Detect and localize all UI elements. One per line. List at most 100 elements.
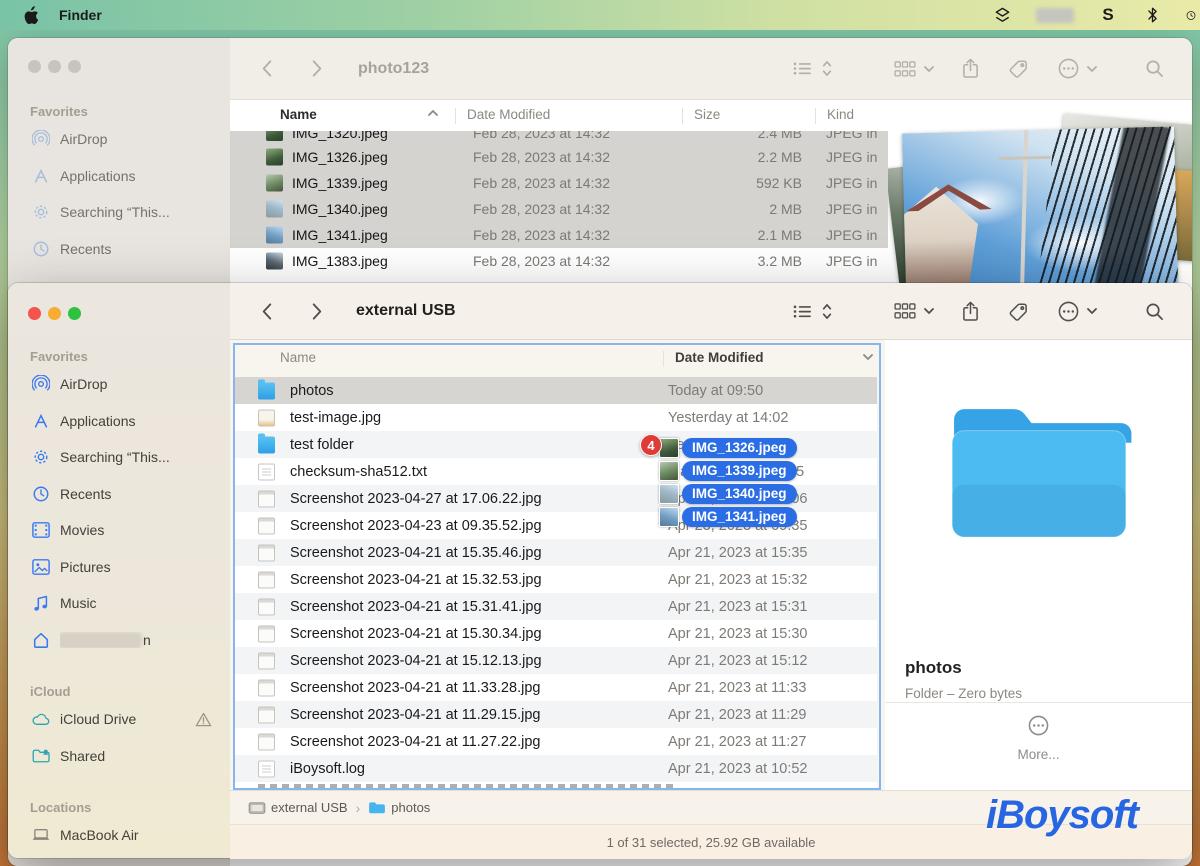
column-kind[interactable]: Kind [827, 107, 854, 122]
menu-app-name[interactable]: Finder [59, 7, 102, 23]
chevron-down-icon[interactable] [924, 66, 934, 72]
chevron-down-icon[interactable] [1087, 308, 1097, 314]
file-row[interactable]: IMG_1341.jpeg Feb 28, 2023 at 14:32 2.1 … [230, 222, 888, 248]
file-icon [258, 463, 275, 480]
dragged-file-chip[interactable]: IMG_1339.jpeg [659, 459, 797, 482]
sort-desc-icon[interactable] [863, 354, 873, 360]
file-row[interactable]: Screenshot 2023-04-21 at 15.30.34.jpg Ap… [235, 620, 877, 647]
file-row-clipped[interactable] [235, 782, 877, 788]
sidebar-item[interactable]: Searching “This... [26, 439, 222, 476]
chevron-down-icon[interactable] [1087, 66, 1097, 72]
sidebar-item[interactable]: AirDrop [26, 121, 222, 158]
sort-updown-icon[interactable] [822, 60, 832, 77]
tags-icon[interactable] [1009, 302, 1028, 321]
file-name: Screenshot 2023-04-21 at 15.32.53.jpg [290, 572, 542, 588]
sidebar-item[interactable]: Recents [26, 231, 222, 268]
file-row[interactable]: Screenshot 2023-04-21 at 15.32.53.jpg Ap… [235, 566, 877, 593]
file-row-partial[interactable]: IMG_1320.jpeg Feb 28, 2023 at 14:32 2.4 … [230, 131, 888, 144]
file-row[interactable]: Screenshot 2023-04-21 at 15.12.13.jpg Ap… [235, 647, 877, 674]
dragged-file-chip[interactable]: IMG_1341.jpeg [659, 505, 797, 528]
list-view-icon[interactable] [793, 61, 812, 76]
tags-icon[interactable] [1009, 59, 1028, 78]
file-row[interactable]: Screenshot 2023-04-21 at 15.31.41.jpg Ap… [235, 593, 877, 620]
more-ellipsis-icon[interactable] [1028, 715, 1049, 736]
path-segment[interactable]: photos [348, 800, 431, 816]
column-date-modified[interactable]: Date Modified [675, 350, 764, 365]
dragged-file-chip[interactable]: IMG_1326.jpeg [659, 436, 797, 459]
minimize-button[interactable] [48, 60, 61, 73]
search-icon[interactable] [1145, 59, 1164, 78]
file-date-modified: Feb 28, 2023 at 14:32 [473, 253, 610, 269]
column-name[interactable]: Name [280, 107, 317, 122]
back-button[interactable] [254, 303, 280, 320]
group-view-icon[interactable] [894, 61, 916, 77]
forward-button[interactable] [304, 60, 330, 77]
sidebar-item[interactable]: Searching “This... [26, 194, 222, 231]
dragged-file-chip[interactable]: IMG_1340.jpeg [659, 482, 797, 505]
file-row[interactable]: Screenshot 2023-04-21 at 11.29.15.jpg Ap… [235, 701, 877, 728]
search-icon[interactable] [1145, 302, 1164, 321]
apple-menu-icon[interactable] [22, 6, 39, 25]
column-name[interactable]: Name [280, 350, 316, 365]
sidebar-item[interactable]: Applications [26, 403, 222, 440]
zoom-button[interactable] [68, 307, 81, 320]
column-size[interactable]: Size [694, 107, 720, 122]
file-icon [258, 409, 275, 426]
close-button[interactable] [28, 60, 41, 73]
sidebar-item-icon [30, 484, 52, 504]
share-icon[interactable] [962, 58, 979, 79]
file-row[interactable]: IMG_1326.jpeg Feb 28, 2023 at 14:32 2.2 … [230, 144, 888, 170]
s-status-icon[interactable]: S [1098, 5, 1118, 25]
bluetooth-icon[interactable] [1142, 5, 1162, 25]
locations-heading: Locations [30, 800, 222, 815]
path-segment[interactable]: external USB [248, 800, 348, 816]
sidebar-item-label: Applications [60, 168, 136, 184]
sort-asc-icon[interactable] [428, 110, 438, 116]
clipped-status-icon[interactable] [1186, 5, 1196, 25]
file-row[interactable]: Screenshot 2023-04-21 at 11.27.22.jpg Ap… [235, 728, 877, 755]
sort-updown-icon[interactable] [822, 303, 832, 320]
column-date-modified[interactable]: Date Modified [467, 107, 550, 122]
file-row[interactable]: photos Today at 09:50 [235, 377, 877, 404]
forward-button[interactable] [304, 303, 330, 320]
file-icon [258, 436, 275, 453]
sidebar-item[interactable]: Applications [26, 158, 222, 195]
share-icon[interactable] [962, 301, 979, 322]
sidebar-item[interactable]: Recents [26, 476, 222, 513]
file-row[interactable]: Screenshot 2023-04-21 at 15.35.46.jpg Ap… [235, 539, 877, 566]
file-row[interactable]: test-image.jpg Yesterday at 14:02 [235, 404, 877, 431]
file-row[interactable]: IMG_1340.jpeg Feb 28, 2023 at 14:32 2 MB… [230, 196, 888, 222]
front-toolbar: external USB [230, 283, 1192, 340]
chevron-down-icon[interactable] [924, 308, 934, 314]
file-row[interactable]: Screenshot 2023-04-21 at 11.33.28.jpg Ap… [235, 674, 877, 701]
window-title: external USB [356, 302, 456, 320]
sidebar-item-icon [30, 709, 52, 729]
window-title: photo123 [358, 60, 429, 78]
more-label[interactable]: More... [885, 747, 1192, 762]
file-row[interactable]: iBoysoft.log Apr 21, 2023 at 10:52 [235, 755, 877, 782]
more-actions-icon[interactable] [1058, 301, 1079, 322]
sidebar-item[interactable]: Shared [26, 738, 222, 775]
minimize-button[interactable] [48, 307, 61, 320]
sidebar-item-icon [30, 520, 52, 540]
close-button[interactable] [28, 307, 41, 320]
file-name: Screenshot 2023-04-21 at 11.29.15.jpg [290, 707, 540, 723]
zoom-button[interactable] [68, 60, 81, 73]
group-view-icon[interactable] [894, 303, 916, 319]
sidebar-item[interactable]: n [26, 622, 222, 659]
file-row[interactable]: IMG_1339.jpeg Feb 28, 2023 at 14:32 592 … [230, 170, 888, 196]
sidebar-item[interactable]: iCloud Drive [26, 701, 222, 738]
back-button[interactable] [254, 60, 280, 77]
sidebar-item[interactable]: Pictures [26, 549, 222, 586]
more-actions-icon[interactable] [1058, 58, 1079, 79]
sidebar-item[interactable]: AirDrop [26, 366, 222, 403]
file-row[interactable]: IMG_1383.jpeg Feb 28, 2023 at 14:32 3.2 … [230, 248, 888, 274]
list-view-icon[interactable] [793, 304, 812, 319]
stage-manager-icon[interactable] [992, 5, 1012, 25]
front-list-header: Name Date Modified [230, 340, 885, 377]
sidebar-item[interactable]: MacBook Air [26, 817, 222, 854]
sidebar-item[interactable]: Movies [26, 512, 222, 549]
sidebar-item[interactable]: Music [26, 585, 222, 622]
folder-preview-icon [941, 386, 1137, 548]
file-kind: JPEG in [826, 175, 877, 191]
